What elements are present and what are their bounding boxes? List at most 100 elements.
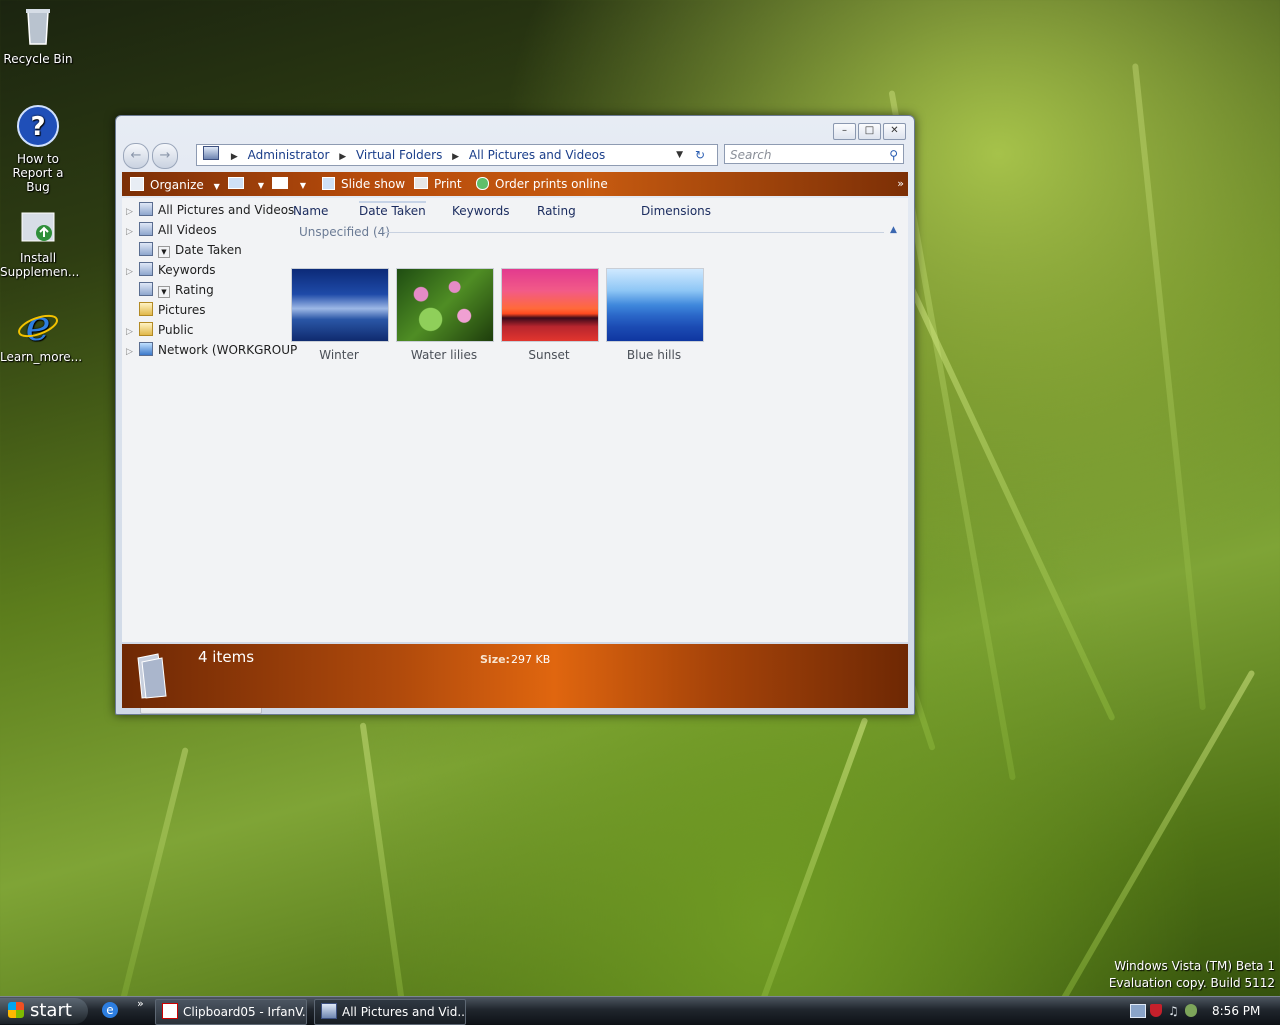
order-prints-label: Order prints online [495,177,608,191]
command-toolbar: Organize ▼ ▼ ▼ Slide show Print Order pr… [122,172,908,196]
thumbnail-item[interactable]: Water lilies [396,268,494,362]
details-pane: 4 items Size: 297 KB [122,644,908,708]
refresh-icon[interactable]: ↻ [695,145,705,165]
desktop-icon-install[interactable]: Install Supplemen... [0,203,80,279]
start-button[interactable]: start [0,998,88,1024]
column-header-keywords[interactable]: Keywords [452,204,510,218]
globe-icon [476,177,489,190]
tree-item-label: Pictures [158,303,206,317]
group-header[interactable]: Unspecified (4) [299,225,390,239]
tree-item-all-videos[interactable]: ▷ All Videos [126,222,217,237]
desktop-icon-learn-more[interactable]: e Learn_more... [0,301,83,364]
tree-item-label: Public [158,323,194,337]
content-pane: ▷ All Pictures and Videos ▷ All Videos ▼ Da… [122,198,908,714]
desktop-icon-recycle-bin[interactable]: Recycle Bin [0,4,76,66]
slideshow-button[interactable]: Slide show [322,177,405,191]
dropdown-icon[interactable]: ▼ [158,286,170,298]
address-dropdown-icon[interactable]: ▼ [676,145,683,165]
expand-icon[interactable]: ▷ [126,267,136,277]
volume-tray-icon[interactable]: ♫ [1168,1004,1179,1018]
chevron-down-icon: ▼ [299,181,306,190]
group-divider [384,232,884,233]
search-icon[interactable]: ⚲ [889,145,898,165]
tree-item-label: Date Taken [175,243,242,257]
breadcrumb-separator-icon: ▶ [230,152,238,162]
thumbnail-item[interactable]: Blue hills [606,268,704,362]
folder-icon [139,322,153,336]
layout-button[interactable]: ▼ [272,177,306,191]
breadcrumb-separator-icon: ▶ [339,152,347,162]
start-label: start [30,1000,72,1021]
chevron-down-icon: ▼ [257,181,264,190]
maximize-button[interactable]: □ [858,123,881,140]
dropdown-icon[interactable]: ▼ [158,246,170,258]
breadcrumb-all-pictures[interactable]: All Pictures and Videos [469,148,605,162]
organize-label: Organize [150,178,204,192]
tree-item-date-taken[interactable]: ▼ Date Taken [126,242,242,258]
back-button[interactable]: ← [123,143,149,169]
quick-launch-ie-icon[interactable]: e [102,1002,118,1018]
security-tray-icon[interactable] [1150,1004,1162,1017]
collapse-group-icon[interactable]: ▲ [890,225,897,235]
expand-icon[interactable]: ▷ [126,207,136,217]
minimize-button[interactable]: – [833,123,856,140]
desktop-icon-report-bug[interactable]: ? How to Report a Bug [0,104,76,194]
folder-stack-icon [134,652,168,700]
taskbar-item-label: Clipboard05 - IrfanV... [183,1005,307,1019]
update-tray-icon[interactable] [1185,1004,1197,1017]
breadcrumb-administrator[interactable]: Administrator [248,148,330,162]
thumbnail-image-water-lilies [396,268,494,342]
tree-item-public[interactable]: ▷ Public [126,322,194,337]
desktop-icon-label: Learn_more... [0,350,83,364]
tree-item-rating[interactable]: ▼ Rating [126,282,214,298]
tree-item-network[interactable]: ▷ Network (WORKGROUP [126,342,297,357]
explorer-window[interactable]: – □ ✕ ← → ▶ Administrator ▶ Virtual Fold… [115,115,915,715]
print-button[interactable]: Print [414,177,462,191]
organize-icon [130,177,144,191]
organize-button[interactable]: Organize ▼ [130,177,220,192]
column-header-dimensions[interactable]: Dimensions [641,204,711,218]
virtual-folder-icon [139,262,153,276]
size-value: 297 KB [511,653,551,666]
virtual-folder-icon [139,202,153,216]
watermark-line: Windows Vista (TM) Beta 1 [1114,959,1275,973]
item-count: 4 items [198,648,255,666]
address-bar[interactable]: ▶ Administrator ▶ Virtual Folders ▶ All … [196,144,718,166]
thumbnail-item[interactable]: Sunset [501,268,599,362]
tree-item-keywords[interactable]: ▷ Keywords [126,262,216,277]
watermark-line: Evaluation copy. Build 5112 [1108,976,1275,990]
expand-icon[interactable]: ▷ [126,347,136,357]
order-prints-button[interactable]: Order prints online [476,177,608,191]
expand-icon[interactable]: ▷ [126,227,136,237]
network-tray-icon[interactable] [1130,1004,1146,1018]
svg-text:e: e [26,302,51,346]
thumbnail-image-blue-hills [606,268,704,342]
slideshow-label: Slide show [341,177,406,191]
tree-item-label: All Videos [158,223,217,237]
desktop-icon-label: Recycle Bin [3,52,73,66]
virtual-folder-icon [139,282,153,296]
thumbnail-item[interactable]: Winter [291,268,389,362]
breadcrumb-virtual-folders[interactable]: Virtual Folders [356,148,442,162]
recycle-bin-icon [16,4,60,48]
window-controls: – □ ✕ [833,123,906,140]
search-placeholder: Search [730,148,772,162]
expand-icon[interactable]: ▷ [126,327,136,337]
close-button[interactable]: ✕ [883,123,906,140]
column-header-name[interactable]: Name [293,204,328,218]
column-header-date-taken[interactable]: Date Taken [359,201,426,218]
column-header-rating[interactable]: Rating [537,204,576,218]
views-button[interactable]: ▼ [228,177,264,191]
network-icon [139,342,153,356]
tree-item-pictures[interactable]: Pictures [126,302,206,317]
taskbar-item-irfanview[interactable]: Clipboard05 - IrfanV... [155,999,307,1025]
search-input[interactable]: Search ⚲ [724,144,904,164]
clock[interactable]: 8:56 PM [1212,998,1260,1024]
desktop-icon-label: Install Supplemen... [0,251,80,279]
forward-button[interactable]: → [152,143,178,169]
tree-item-all-pictures[interactable]: ▷ All Pictures and Videos [126,202,294,217]
toolbar-overflow-button[interactable]: » [897,177,904,190]
quick-launch-overflow[interactable]: » [137,997,144,1010]
taskbar-item-explorer[interactable]: All Pictures and Vid... [314,999,466,1025]
svg-text:?: ? [30,112,45,142]
